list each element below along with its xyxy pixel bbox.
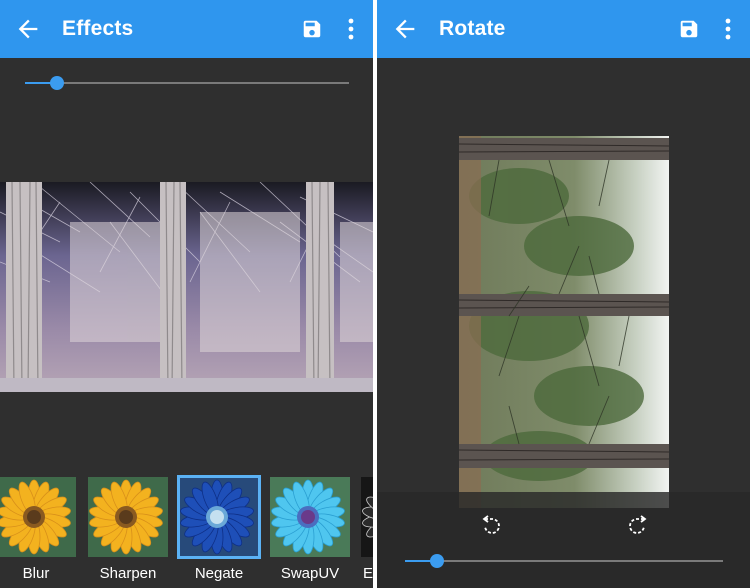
slider-track <box>25 82 349 84</box>
thumbnail-negate[interactable]: Negate <box>177 475 261 588</box>
screen-title: Effects <box>62 17 134 40</box>
flower-thumbnail-icon <box>270 477 350 557</box>
thumbnail-image <box>270 477 350 557</box>
thumbnail-image <box>0 477 76 557</box>
effects-thumbnail-strip[interactable]: Blur Sharpen Negate SwapUV Ec <box>0 475 373 588</box>
thumbnail-blur[interactable]: Blur <box>0 475 76 588</box>
flower-thumbnail-icon <box>179 477 259 557</box>
rotate-controls-bar <box>377 492 750 588</box>
slider-track <box>405 560 723 562</box>
app-bar: Rotate <box>377 0 750 58</box>
effect-strength-slider[interactable] <box>25 73 349 93</box>
thumbnail-label: Sharpen <box>99 565 157 582</box>
rotate-left-icon[interactable] <box>480 512 504 536</box>
rotate-screen: Rotate <box>377 0 750 588</box>
save-icon[interactable] <box>678 18 700 40</box>
effects-screen: Effects Blur Sharpen Negate SwapUV E <box>0 0 373 588</box>
thumbnail-label: Blur <box>22 565 50 582</box>
thumbnail-edge[interactable]: Ec <box>361 475 373 588</box>
slider-thumb[interactable] <box>50 76 65 90</box>
thumbnail-sharpen[interactable]: Sharpen <box>88 475 168 588</box>
more-vert-icon[interactable] <box>347 17 355 41</box>
save-icon[interactable] <box>301 18 323 40</box>
screen-title: Rotate <box>439 17 506 40</box>
more-vert-icon[interactable] <box>724 17 732 41</box>
back-arrow-icon[interactable] <box>14 15 42 43</box>
app-bar: Effects <box>0 0 373 58</box>
thumbnail-label: Negate <box>194 565 244 582</box>
flower-thumbnail-icon <box>0 477 76 557</box>
rotated-forest-photo <box>459 136 669 508</box>
rotation-slider[interactable] <box>405 551 723 571</box>
thumbnail-image <box>88 477 168 557</box>
back-arrow-icon[interactable] <box>391 15 419 43</box>
thumbnail-image <box>177 475 261 559</box>
flower-thumbnail-icon <box>88 477 168 557</box>
thumbnail-image <box>361 477 373 557</box>
rotate-right-icon[interactable] <box>625 512 649 536</box>
flower-thumbnail-icon <box>361 477 373 557</box>
thumbnail-label: Ec <box>363 565 373 582</box>
thumbnail-swapuv[interactable]: SwapUV <box>270 475 350 588</box>
slider-thumb[interactable] <box>429 554 444 568</box>
negated-forest-photo <box>0 182 373 392</box>
thumbnail-label: SwapUV <box>280 565 340 582</box>
